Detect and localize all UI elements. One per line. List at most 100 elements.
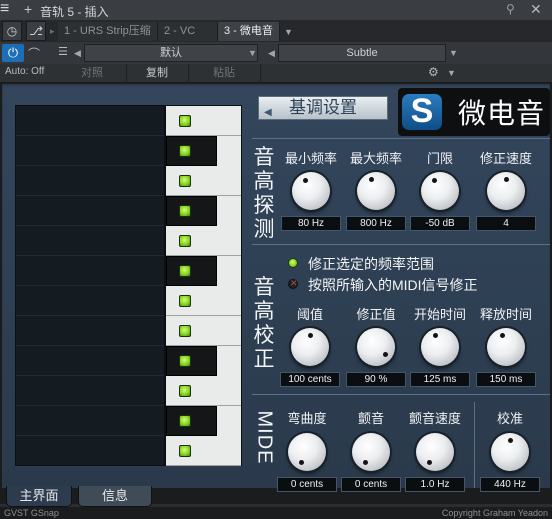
knob[interactable] (357, 328, 395, 366)
knob-indicator (432, 177, 438, 183)
knob-indicator (307, 332, 313, 338)
white-key-divider (166, 465, 241, 466)
note-enable-led[interactable] (179, 355, 191, 367)
menu-icon[interactable]: ≡ (0, 0, 16, 20)
black-key[interactable] (166, 256, 217, 286)
sidechain-icon[interactable]: ⌒ (28, 45, 40, 62)
note-enable-led[interactable] (179, 385, 191, 397)
grid-line (16, 285, 164, 286)
skin-prev-icon[interactable]: ◀ (268, 48, 275, 59)
preset-menu-icon[interactable]: ☰ (58, 45, 68, 58)
knob-indicator (503, 176, 509, 182)
note-enable-led[interactable] (179, 415, 191, 427)
tab-insert-2[interactable]: 2 - VC 2A (158, 22, 218, 56)
param-value[interactable]: 150 ms (476, 372, 536, 387)
note-enable-led[interactable] (179, 205, 191, 217)
note-enable-led[interactable] (179, 325, 191, 337)
skin-name[interactable]: Subtle (278, 44, 446, 62)
note-enable-led[interactable] (179, 115, 191, 127)
tab-info[interactable]: 信息 (78, 486, 152, 507)
note-enable-led[interactable] (179, 145, 191, 157)
compare-button[interactable]: 对照 (58, 64, 127, 82)
settings-dropdown-icon[interactable]: ▼ (447, 68, 456, 78)
knob-indicator (433, 333, 439, 339)
note-enable-led[interactable] (179, 235, 191, 247)
param-value[interactable]: 80 Hz (281, 216, 341, 231)
knob[interactable] (416, 433, 454, 471)
paste-button[interactable]: 粘贴 (188, 64, 261, 82)
note-enable-led[interactable] (179, 265, 191, 277)
option-selected-range-radio[interactable] (288, 258, 298, 268)
divider (252, 138, 550, 139)
knob-indicator (500, 332, 506, 338)
grid-line (16, 345, 164, 346)
param-label: 修正速度 (479, 151, 532, 166)
param-value[interactable]: 1.0 Hz (405, 477, 465, 492)
preset-bar (0, 42, 552, 65)
knob[interactable] (292, 172, 330, 210)
tab-insert-3[interactable]: 3 - 微电音 (218, 22, 280, 41)
close-icon[interactable]: ✕ (530, 1, 542, 18)
knob[interactable] (288, 433, 326, 471)
note-enable-led[interactable] (179, 295, 191, 307)
knob-indicator (369, 177, 375, 183)
logo-s-icon: S (410, 92, 434, 130)
pin-icon[interactable]: ⚲ (506, 2, 515, 16)
option-midi[interactable]: 按照所输入的MIDI信号修正 (308, 275, 478, 295)
note-enable-led[interactable] (179, 445, 191, 457)
gear-icon[interactable]: ⚙ (428, 65, 439, 79)
black-key[interactable] (166, 406, 217, 436)
param-value[interactable]: 800 Hz (346, 216, 406, 231)
knob[interactable] (487, 172, 525, 210)
param-value[interactable]: 125 ms (410, 372, 470, 387)
skin-dropdown-icon[interactable]: ▼ (449, 48, 458, 58)
grid-line (16, 375, 164, 376)
power-button[interactable]: ⏻ (2, 44, 24, 62)
param-value[interactable]: 0 cents (341, 477, 401, 492)
black-key[interactable] (166, 346, 217, 376)
copy-button[interactable]: 复制 (126, 64, 189, 82)
automation-state[interactable]: Auto: Off (5, 66, 44, 77)
key-settings-label: 基调设置 (289, 98, 357, 117)
option-selected-range[interactable]: 修正选定的频率范围 (308, 254, 434, 274)
key-settings-button[interactable]: ◀ 基调设置 (258, 96, 388, 120)
footer-right: Copyright Graham Yeadon (441, 508, 548, 518)
param-value[interactable]: 100 cents (280, 372, 340, 387)
tab-main[interactable]: 主界面 (6, 486, 72, 507)
black-key[interactable] (166, 136, 217, 166)
param-value[interactable]: 90 % (346, 372, 406, 387)
param-value[interactable]: 0 cents (277, 477, 337, 492)
tab-insert-1[interactable]: 1 - URS Strip压缩 (58, 22, 158, 41)
routing-icon[interactable]: ⎇ (26, 21, 46, 41)
note-enable-led[interactable] (179, 175, 191, 187)
knob[interactable] (491, 433, 529, 471)
knob-indicator (362, 459, 368, 465)
black-key[interactable] (166, 196, 217, 226)
knob-indicator (426, 459, 432, 465)
knob[interactable] (352, 433, 390, 471)
knob[interactable] (421, 172, 459, 210)
knob-indicator (382, 352, 388, 358)
preset-dropdown-icon[interactable]: ▼ (248, 48, 257, 58)
param-label: 校准 (496, 411, 523, 426)
preset-prev-icon[interactable]: ◀ (74, 48, 81, 59)
add-icon[interactable]: + (24, 1, 32, 17)
preset-name[interactable]: 默认 (84, 44, 258, 62)
knob[interactable] (487, 328, 525, 366)
grid-line (16, 255, 164, 256)
clock-icon[interactable]: ◷ (2, 21, 22, 41)
tab-dropdown-icon[interactable]: ▼ (284, 27, 293, 37)
triangle-left-icon: ◀ (264, 107, 272, 118)
knob[interactable] (421, 328, 459, 366)
option-midi-radio[interactable] (288, 278, 298, 289)
knob-indicator (298, 459, 304, 465)
tabs-arrow-icon[interactable]: ▸ (50, 22, 58, 41)
param-value[interactable]: -50 dB (410, 216, 470, 231)
knob[interactable] (291, 328, 329, 366)
knob-indicator (302, 178, 308, 184)
grid-line (16, 165, 164, 166)
param-value[interactable]: 440 Hz (480, 477, 540, 492)
knob[interactable] (357, 172, 395, 210)
logo-text: 微电音 (458, 98, 546, 129)
param-value[interactable]: 4 (476, 216, 536, 231)
